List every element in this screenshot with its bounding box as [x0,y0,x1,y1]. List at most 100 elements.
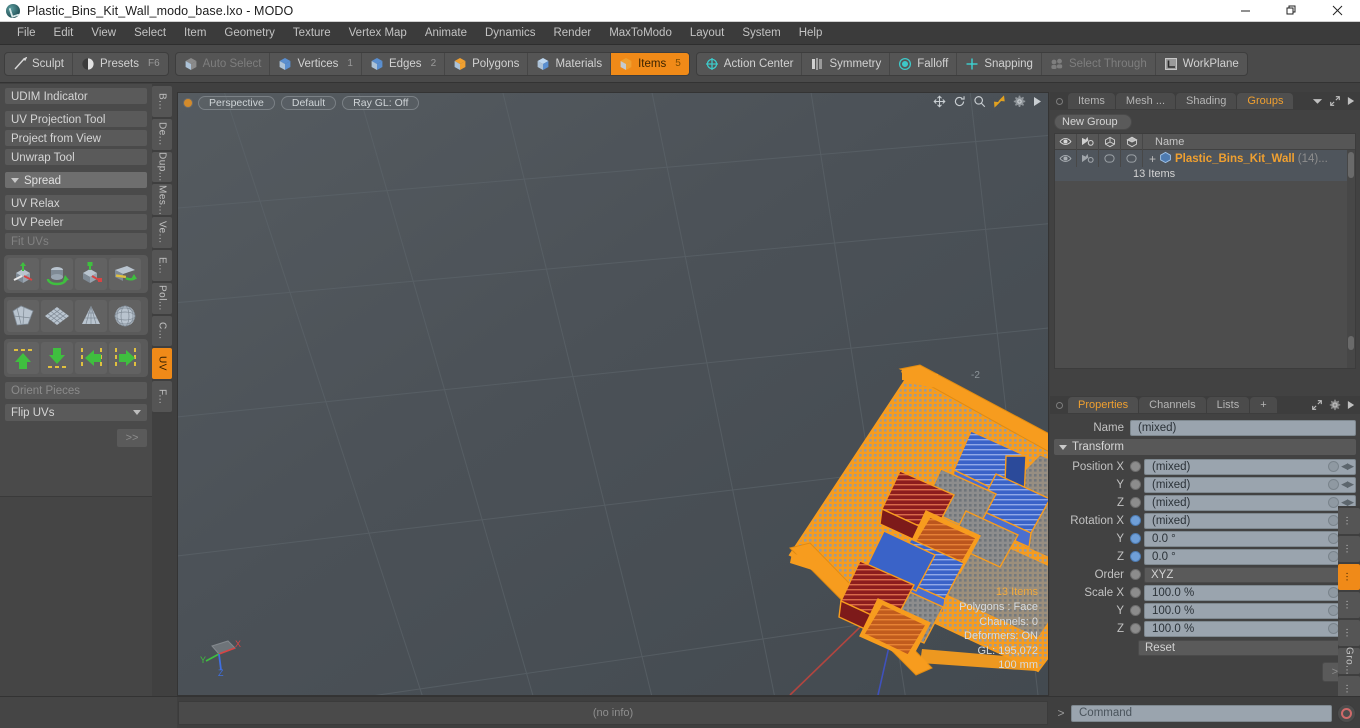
align-left-icon[interactable] [75,342,107,374]
toolbar-button-vertices[interactable]: Vertices 1 [270,52,362,75]
cone-uv-icon[interactable] [75,300,107,332]
toolbar-button-materials[interactable]: Materials [528,52,612,75]
left-vtab-5[interactable]: E... [152,249,172,281]
property-value-field[interactable]: (mixed)◀▶ [1144,494,1356,511]
left-panel-spread[interactable]: Spread [4,171,148,189]
reset-dropdown[interactable]: Reset [1138,640,1356,656]
menu-item-vertex-map[interactable]: Vertex Map [340,24,416,42]
flip-uvs-dropdown[interactable]: Flip UVs [4,403,148,422]
fit-mesh-icon[interactable] [7,300,39,332]
groups-tree[interactable]: Name + Plastic_Bins_Kit_Wall (14)... 13 … [1054,133,1356,369]
tab-properties[interactable]: Properties [1068,397,1139,413]
left-vtab-6[interactable]: Pol... [152,282,172,314]
left-vtab-4[interactable]: Ve... [152,217,172,248]
property-value-field[interactable]: 100.0 %◀▶ [1144,620,1356,637]
menu-item-select[interactable]: Select [125,24,175,42]
right-vtab-1[interactable]: ... [1338,536,1360,562]
tab-groups[interactable]: Groups [1237,93,1294,109]
new-group-button[interactable]: New Group [1054,114,1132,130]
gear-icon[interactable] [1329,399,1341,411]
menu-item-help[interactable]: Help [790,24,832,42]
channel-dot[interactable] [1130,623,1141,634]
order-dropdown[interactable]: XYZ [1144,566,1356,583]
property-value-field[interactable]: 0.0 °◀▶ [1144,548,1356,565]
property-spinner-arrows[interactable]: ◀▶ [1341,461,1354,472]
channel-dot[interactable] [1130,533,1141,544]
properties-menu-dot-icon[interactable] [1056,401,1063,409]
groups-tree-scrollbar[interactable] [1347,150,1355,368]
row-render-toggle[interactable] [1077,150,1099,167]
toolbar-button-edges[interactable]: Edges 2 [362,52,446,75]
menu-item-dynamics[interactable]: Dynamics [476,24,544,42]
property-value-field[interactable]: 100.0 %◀▶ [1144,584,1356,601]
command-input[interactable]: Command [1071,704,1332,722]
group-row-name-cell[interactable]: + Plastic_Bins_Kit_Wall (14)... [1143,150,1355,167]
left-panel-udim-indicator[interactable]: UDIM Indicator [4,87,148,105]
close-icon[interactable] [1314,0,1360,22]
left-vtab-3[interactable]: Mes... [152,184,172,216]
left-vtab-9[interactable]: F... [152,381,172,412]
left-panel-project-from-view[interactable]: Project from View [4,129,148,147]
menu-item-item[interactable]: Item [175,24,215,42]
toolbar-button-workplane[interactable]: WorkPlane [1156,53,1247,75]
left-vtab-2[interactable]: Dup... [152,151,172,183]
menu-item-maxtomodo[interactable]: MaxToModo [600,24,681,42]
right-vtab-4[interactable]: ... [1338,620,1360,646]
property-value-field[interactable]: (mixed)◀▶ [1144,476,1356,493]
left-panel-more-button[interactable]: >> [116,428,148,448]
menu-item-system[interactable]: System [733,24,789,42]
row-shaded-toggle[interactable] [1121,150,1143,167]
name-field[interactable]: (mixed) [1130,419,1356,436]
viewport-shading-preset[interactable]: Default [280,96,337,110]
menu-item-texture[interactable]: Texture [284,24,340,42]
pan-icon[interactable] [933,95,946,108]
toolbar-button-polygons[interactable]: Polygons [445,52,529,75]
left-vtab-8[interactable]: UV [152,348,172,380]
play-arrow-icon[interactable] [1347,96,1355,106]
toolbar-button-sculpt[interactable]: Sculpt [5,52,73,75]
align-up-icon[interactable] [7,342,39,374]
channel-dot[interactable] [1130,551,1141,562]
toolbar-button-items[interactable]: Items 5 [611,52,689,75]
3d-viewport[interactable]: -2 Perspective Default Ray GL: Off 13 It… [177,92,1049,696]
zoom-icon[interactable] [973,95,986,108]
toolbar-button-symmetry[interactable]: Symmetry [802,52,891,75]
scale-uv-icon[interactable] [75,258,107,290]
play-arrow-icon[interactable] [1347,400,1355,410]
left-panel-uv-relax[interactable]: UV Relax [4,194,148,212]
tab-items[interactable]: Items [1068,93,1115,109]
restore-icon[interactable] [1268,0,1314,22]
row-wireframe-toggle[interactable] [1099,150,1121,167]
expand-icon[interactable] [1329,95,1341,107]
align-right-icon[interactable] [109,342,141,374]
toolbar-button-presets[interactable]: Presets F6 [73,53,168,75]
flip-uv-icon[interactable] [109,258,141,290]
toolbar-button-falloff[interactable]: Falloff [890,52,958,75]
panel-menu-dot-icon[interactable] [1056,97,1063,105]
menu-item-animate[interactable]: Animate [416,24,476,42]
tab-shading[interactable]: Shading [1176,93,1237,109]
toolbar-button-action-center[interactable]: Action Center [697,52,803,75]
property-spinner-arrows[interactable]: ◀▶ [1341,479,1354,490]
channel-dot[interactable] [1130,515,1141,526]
minimize-icon[interactable] [1222,0,1268,22]
right-vtab-3[interactable]: ... [1338,592,1360,618]
left-vtab-0[interactable]: B... [152,86,172,117]
channel-dot[interactable] [1130,497,1141,508]
gear-icon[interactable] [1013,95,1026,108]
property-knob[interactable] [1328,479,1339,490]
menu-item-render[interactable]: Render [544,24,600,42]
scrollbar-thumb-bottom[interactable] [1348,336,1354,350]
align-down-icon[interactable] [41,342,73,374]
viewport-canvas[interactable]: -2 [178,93,1048,695]
row-visibility-toggle[interactable] [1055,150,1077,167]
left-vtab-7[interactable]: C... [152,315,172,347]
expander-plus-icon[interactable]: + [1149,153,1156,165]
record-icon[interactable] [1337,703,1356,723]
channel-dot[interactable] [1130,605,1141,616]
sphere-uv-icon[interactable] [109,300,141,332]
menu-item-view[interactable]: View [82,24,125,42]
left-panel-uv-projection-tool[interactable]: UV Projection Tool [4,110,148,128]
play-arrow-icon[interactable] [1033,96,1042,107]
scrollbar-thumb[interactable] [1348,152,1354,178]
